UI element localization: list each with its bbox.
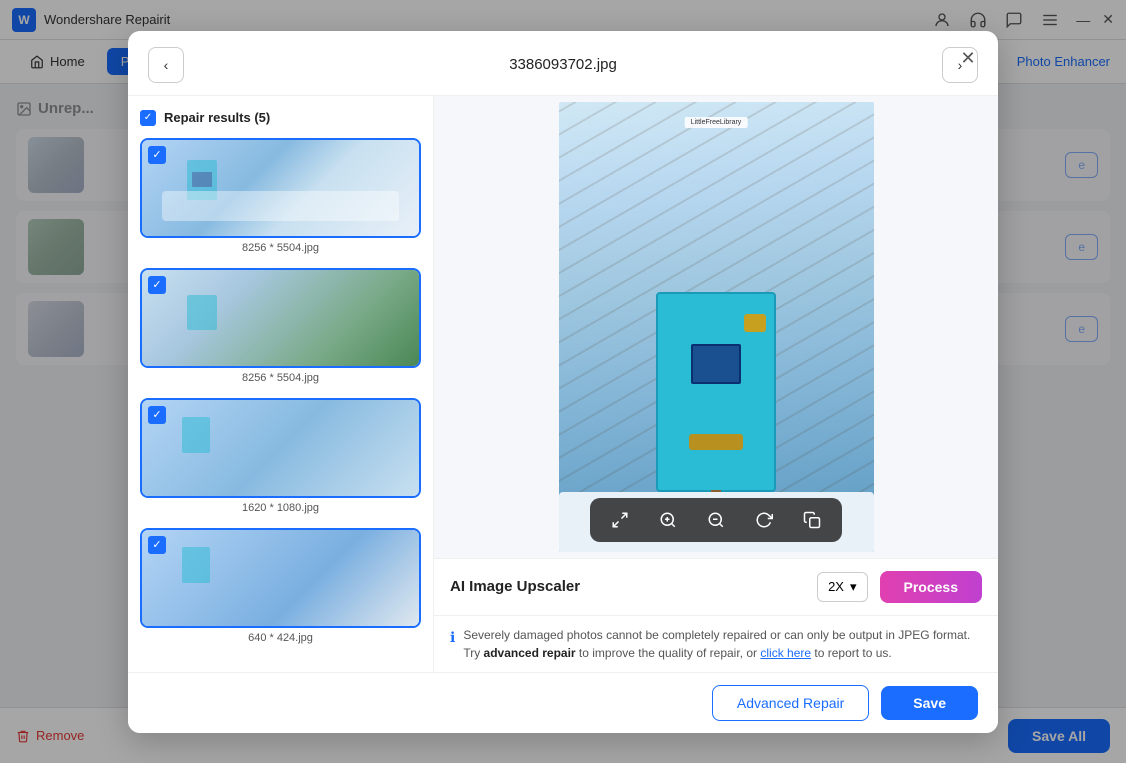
library-plate [689,434,743,450]
photo-background: LittleFreeLibrary [559,102,874,552]
thumb-label-3: 1620 * 1080.jpg [140,502,421,514]
advanced-repair-button[interactable]: Advanced Repair [712,685,869,721]
zoom-in-button[interactable] [654,506,682,534]
info-text: Severely damaged photos cannot be comple… [463,626,982,662]
thumbnail-item-1[interactable]: ✓ 8256 * 5504.jpg [140,138,421,254]
modal-header: ‹ 3386093702.jpg › ✕ [128,31,998,96]
thumb-check-4: ✓ [148,536,166,554]
modal-footer: Advanced Repair Save [128,672,998,733]
select-all-checkbox[interactable]: ✓ [140,110,156,126]
upscale-dropdown[interactable]: 2X ▾ [817,572,867,602]
info-text-mid: to improve the quality of repair, or [576,646,761,660]
dropdown-arrow-icon: ▾ [850,579,857,595]
thumb-img-2 [142,270,419,366]
thumb-wrap-4[interactable]: ✓ [140,528,421,628]
info-row: ℹ Severely damaged photos cannot be comp… [434,615,998,672]
info-bold-text: advanced repair [484,646,576,660]
repair-preview-modal: ‹ 3386093702.jpg › ✕ ✓ Repair results (5… [128,31,998,733]
save-button[interactable]: Save [881,686,978,720]
modal-overlay: ‹ 3386093702.jpg › ✕ ✓ Repair results (5… [0,0,1126,763]
thumbnail-item-3[interactable]: ✓ 1620 * 1080.jpg [140,398,421,514]
modal-body: ✓ Repair results (5) ✓ [128,96,998,672]
thumb-wrap-1[interactable]: ✓ [140,138,421,238]
thumb-img-1 [142,140,419,236]
modal-preview-panel: LittleFreeLibrary [434,96,998,672]
fullscreen-button[interactable] [606,506,634,534]
thumb-img-3 [142,400,419,496]
main-photo: LittleFreeLibrary [559,102,874,552]
modal-filename: 3386093702.jpg [200,56,926,73]
ai-upscaler-label: AI Image Upscaler [450,578,805,595]
image-preview-area: LittleFreeLibrary [434,96,998,558]
modal-close-button[interactable]: ✕ [954,45,982,73]
thumb-label-1: 8256 * 5504.jpg [140,242,421,254]
library-lock [744,314,766,332]
prev-image-button[interactable]: ‹ [148,47,184,83]
copy-button[interactable] [798,506,826,534]
prev-arrow-icon: ‹ [164,57,169,73]
repair-results-header: ✓ Repair results (5) [140,110,421,126]
thumbnail-item-4[interactable]: ✓ 640 * 424.jpg [140,528,421,644]
repair-results-label: Repair results (5) [164,110,270,125]
rotate-button[interactable] [750,506,778,534]
click-here-link[interactable]: click here [760,646,811,660]
thumb-wrap-3[interactable]: ✓ [140,398,421,498]
library-sign: LittleFreeLibrary [685,117,748,128]
modal-thumbnail-panel: ✓ Repair results (5) ✓ [128,96,434,672]
zoom-out-button[interactable] [702,506,730,534]
thumbnail-item-2[interactable]: ✓ 8256 * 5504.jpg [140,268,421,384]
upscale-value: 2X [828,579,844,594]
process-button[interactable]: Process [880,571,982,603]
thumb-check-2: ✓ [148,276,166,294]
thumb-wrap-2[interactable]: ✓ [140,268,421,368]
thumb-img-4 [142,530,419,626]
thumb-label-2: 8256 * 5504.jpg [140,372,421,384]
thumb-label-4: 640 * 424.jpg [140,632,421,644]
app-window: W Wondershare Repairit [0,0,1126,763]
ai-upscaler-row: AI Image Upscaler 2X ▾ Process [434,558,998,615]
info-text-post: to report to us. [811,646,892,660]
info-icon: ℹ [450,627,455,648]
thumb-check-1: ✓ [148,146,166,164]
image-toolbar [590,498,842,542]
thumb-check-3: ✓ [148,406,166,424]
library-window [691,344,741,384]
little-library [656,292,776,492]
